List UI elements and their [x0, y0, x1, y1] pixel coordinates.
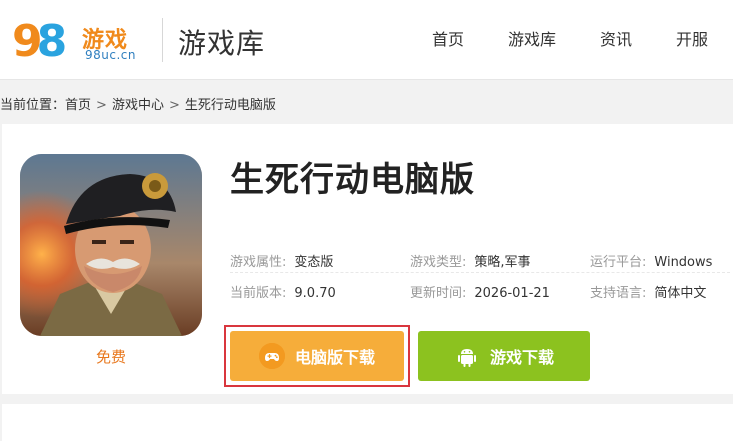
game-download-button[interactable]: 游戏下载 — [418, 331, 590, 381]
site-header: 98 游戏 98uc.cn 游戏库 首页 游戏库 资讯 开服 — [0, 0, 733, 80]
info-divider — [230, 272, 730, 273]
android-icon — [454, 343, 480, 369]
header-divider — [162, 18, 163, 62]
nav-game-library[interactable]: 游戏库 — [508, 0, 568, 80]
info-update-time: 更新时间: 2026-01-21 — [410, 286, 550, 301]
breadcrumb: 当前位置：首页 > 游戏中心 > 生死行动电脑版 — [0, 94, 276, 113]
game-icon — [20, 154, 202, 336]
nav-home[interactable]: 首页 — [432, 0, 472, 80]
info-genre: 游戏类型: 策略,军事 — [410, 255, 531, 270]
site-logo[interactable]: 98 游戏 98uc.cn — [12, 10, 152, 68]
logo-digits: 98 — [12, 16, 67, 67]
logo-domain: 98uc.cn — [85, 48, 136, 62]
game-title: 生死行动电脑版 — [230, 160, 475, 200]
nav-news[interactable]: 资讯 — [600, 0, 640, 80]
gamepad-icon — [258, 343, 285, 369]
info-attribute: 游戏属性: 变态版 — [230, 255, 334, 270]
info-language: 支持语言: 简体中文 — [590, 286, 707, 301]
breadcrumb-game-center[interactable]: 游戏中心 — [112, 98, 164, 113]
info-platform: 运行平台: Windows — [590, 255, 713, 270]
game-download-label: 游戏下载 — [489, 348, 554, 367]
breadcrumb-home[interactable]: 首页 — [65, 98, 91, 113]
soldier-portrait-icon — [20, 154, 202, 336]
breadcrumb-current[interactable]: 生死行动电脑版 — [185, 98, 276, 113]
pc-download-button[interactable]: 电脑版下载 — [230, 331, 404, 381]
section-title: 游戏库 — [178, 27, 266, 60]
price-label: 免费 — [95, 348, 126, 366]
breadcrumb-prefix: 当前位置： — [0, 98, 66, 113]
breadcrumb-separator: > — [96, 98, 107, 113]
nav-server-open[interactable]: 开服 — [676, 0, 716, 80]
pc-download-label: 电脑版下载 — [294, 348, 375, 367]
info-version: 当前版本: 9.0.70 — [230, 286, 336, 301]
breadcrumb-separator: > — [168, 98, 180, 113]
game-detail-card: 免费 生死行动电脑版 游戏属性: 变态版 游戏类型: 策略,军事 运行平台: Wind… — [2, 124, 733, 394]
next-section-card — [2, 404, 733, 441]
